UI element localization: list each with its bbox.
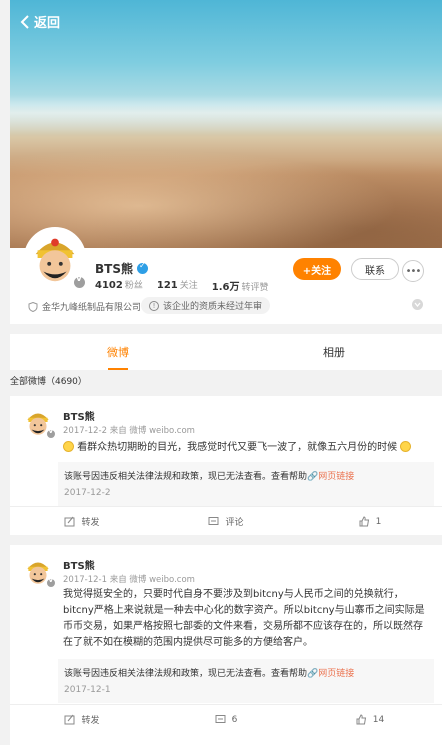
comment-icon bbox=[215, 715, 226, 723]
post-author[interactable]: BTS熊 bbox=[63, 408, 95, 423]
repost-icon bbox=[64, 714, 75, 725]
thumbs-up-icon bbox=[356, 714, 366, 725]
following-stat[interactable]: 121 关注 bbox=[157, 278, 198, 293]
post-text: 我觉得挺安全的，只要时代自身不要涉及到bitcny与人民币之间的兑换就行， bi… bbox=[63, 587, 433, 651]
profile-tabs: 微博 相册 bbox=[10, 334, 442, 370]
like-button[interactable]: 1 bbox=[298, 507, 442, 536]
cover-image: 返回 bbox=[10, 0, 442, 250]
repost-icon bbox=[64, 516, 75, 527]
post-text-line: bitcny严格上来说就是一种去中心化的数字资产。所以bitcny与山寨币之间实… bbox=[63, 605, 425, 616]
post-meta: 2017-12-2 来自 微博 weibo.com bbox=[63, 426, 195, 436]
expand-button[interactable] bbox=[412, 299, 423, 310]
profile-page: 返回 BTS熊 4102粉丝 121关注 1.6万转评赞 +关注 联系 ••• … bbox=[10, 0, 442, 745]
post-text: 看群众热切期盼的目光，我感觉时代又要飞一波了，就像五六月份的时候 bbox=[63, 440, 433, 456]
followers-stat[interactable]: 4102 粉丝 bbox=[95, 278, 143, 293]
thumbs-up-icon bbox=[359, 516, 369, 527]
comment-button[interactable]: 6 bbox=[154, 705, 298, 734]
contact-button[interactable]: 联系 bbox=[351, 258, 399, 280]
web-link[interactable]: 网页链接 bbox=[318, 669, 354, 679]
emoji-icon bbox=[400, 441, 412, 452]
back-label: 返回 bbox=[34, 16, 61, 31]
emoji-icon bbox=[63, 441, 74, 452]
post-author[interactable]: BTS熊 bbox=[63, 557, 95, 572]
more-button[interactable]: ••• bbox=[402, 260, 424, 282]
like-button[interactable]: 14 bbox=[298, 705, 442, 734]
repost-text: 该账号因违反相关法律法规和政策，现已无法查看。查看帮助🔗网页链接 bbox=[64, 669, 355, 679]
repost-button[interactable]: 转发 bbox=[10, 507, 154, 536]
repost-button[interactable]: 转发 bbox=[10, 705, 154, 734]
repost-date: 2017-12-2 bbox=[64, 488, 111, 498]
link-icon: 🔗 bbox=[307, 669, 319, 679]
organization: 金华九峰纸制品有限公司 bbox=[28, 300, 141, 313]
post-card: BTS熊 2017-12-2 来自 微博 weibo.com 看群众热切期盼的目… bbox=[10, 396, 442, 535]
reposts-stat: 1.6万 转评赞 bbox=[211, 282, 269, 293]
comment-button[interactable]: 评论 bbox=[154, 507, 298, 536]
repost-date: 2017-12-1 bbox=[64, 685, 111, 695]
qualification-notice: ! 该企业的资质未经过年审 bbox=[141, 297, 271, 314]
post-actions: 转发 评论 1 bbox=[10, 506, 442, 536]
post-card: BTS熊 2017-12-1 来自 微博 weibo.com 我觉得挺安全的，只… bbox=[10, 545, 442, 745]
chevron-down-icon bbox=[414, 302, 421, 307]
verified-badge bbox=[73, 274, 86, 289]
post-text-line: 我觉得挺安全的，只要时代自身不要涉及到bitcny与人民币之间的兑换就行， bbox=[63, 589, 404, 600]
post-actions: 转发 6 14 bbox=[10, 704, 442, 734]
profile-stats: 4102 粉丝 121 关注 1.6万 转评赞 bbox=[95, 278, 268, 293]
tab-album[interactable]: 相册 bbox=[226, 334, 442, 370]
section-title: 全部微博（4690） bbox=[10, 377, 87, 387]
follow-button[interactable]: +关注 bbox=[293, 258, 341, 280]
repost-box[interactable]: 该账号因违反相关法律法规和政策，现已无法查看。查看帮助🔗网页链接 2017-12… bbox=[58, 659, 434, 703]
profile-name: BTS熊 bbox=[95, 260, 148, 277]
chevron-left-icon bbox=[20, 14, 29, 29]
comment-icon bbox=[208, 517, 219, 525]
verified-badge bbox=[46, 576, 56, 588]
back-button[interactable]: 返回 bbox=[20, 12, 60, 31]
link-icon: 🔗 bbox=[307, 472, 319, 482]
repost-box[interactable]: 该账号因违反相关法律法规和政策，现已无法查看。查看帮助🔗网页链接 2017-12… bbox=[58, 462, 434, 506]
post-text-line: 币币交易，如果严格按照七部委的文件来看，交易所都不应该存在的，所以既然存 bbox=[63, 621, 423, 632]
web-link[interactable]: 网页链接 bbox=[318, 472, 354, 482]
post-meta: 2017-12-1 来自 微博 weibo.com bbox=[63, 575, 195, 585]
verified-badge bbox=[46, 427, 56, 439]
tab-weibo[interactable]: 微博 bbox=[10, 334, 226, 370]
info-icon: ! bbox=[149, 300, 159, 311]
repost-text: 该账号因违反相关法律法规和政策，现已无法查看。查看帮助🔗网页链接 bbox=[64, 472, 355, 482]
post-text-line: 在了就不如在模糊的范围内提供尽可能多的方便给客户。 bbox=[63, 637, 313, 648]
shield-icon bbox=[28, 301, 38, 312]
verified-icon bbox=[136, 261, 148, 274]
